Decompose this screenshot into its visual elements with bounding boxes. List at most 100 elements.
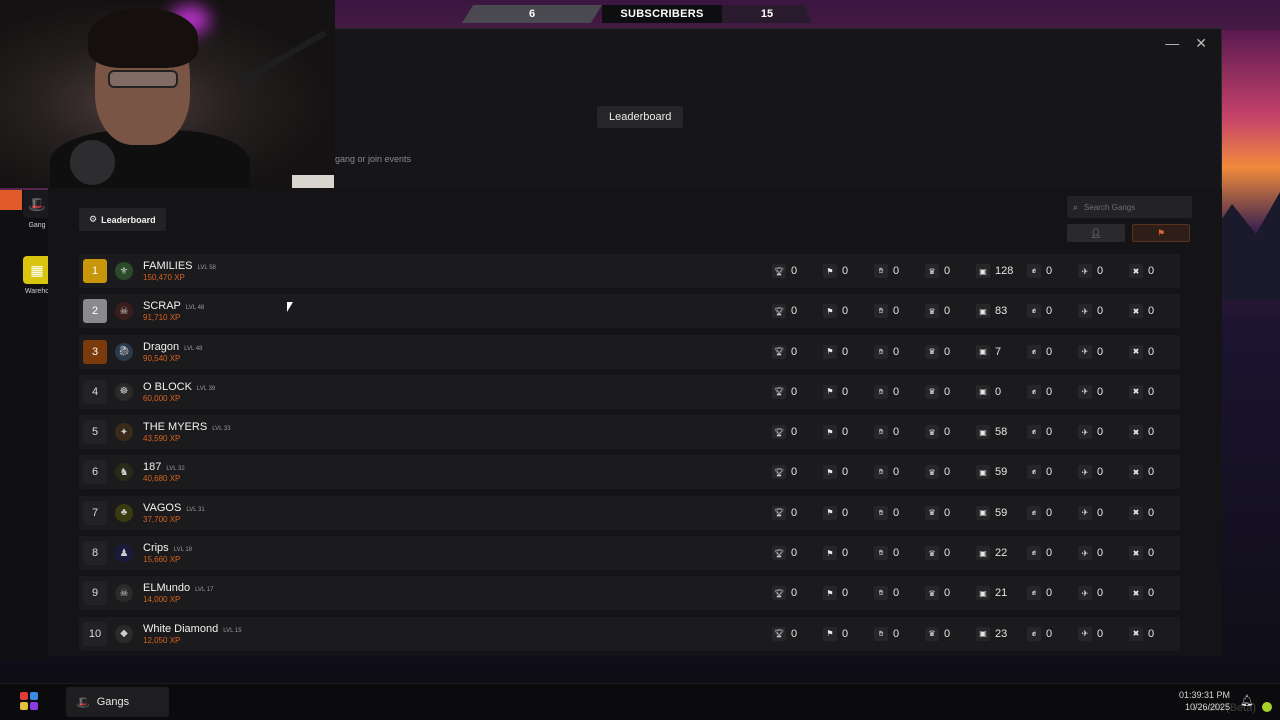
vault-icon: ▣ bbox=[976, 505, 990, 520]
cam-mic-arm bbox=[237, 30, 327, 86]
stat-hand: ✊︎ 0 bbox=[1027, 626, 1066, 641]
gang-name[interactable]: ELMundo bbox=[143, 582, 190, 594]
warehouse-icon: ▦ bbox=[23, 256, 51, 284]
taskbar: 🎩 Gangs FiveM (Beta) 01:39:31 PM 10/26/2… bbox=[0, 683, 1280, 720]
stat-plane: ✈︎ 0 bbox=[1078, 264, 1117, 278]
flag-icon: ⚑ bbox=[823, 264, 837, 278]
gang-name[interactable]: 187 bbox=[143, 461, 161, 473]
gang-stats: 🏆︎ 0 ⚑ 0 ✋︎ 0 ♛ 0 ▣ 128 ✊︎ 0 ✈︎ 0 ✖ 0 bbox=[772, 254, 1168, 288]
start-button[interactable] bbox=[20, 692, 38, 710]
stat-flag: ⚑ 0 bbox=[823, 546, 862, 561]
hands-icon: ✋︎ bbox=[874, 505, 888, 520]
stat-vault: ▣ 59 bbox=[976, 465, 1015, 480]
leaderboard-row[interactable]: 10 ◆ White Diamond LVL 15 12,050 XP 🏆︎ 0… bbox=[79, 616, 1180, 651]
gang-info: FAMILIES LVL 58 150,470 XP bbox=[143, 260, 216, 282]
gang-name[interactable]: White Diamond bbox=[143, 623, 218, 635]
close-button[interactable]: ✕ bbox=[1195, 35, 1207, 52]
leaderboard-tab-label: Leaderboard bbox=[101, 214, 156, 225]
gang-level: LVL 17 bbox=[195, 587, 214, 594]
gang-name[interactable]: VAGOS bbox=[143, 502, 181, 514]
stat-value: 0 bbox=[944, 627, 951, 640]
gang-name[interactable]: THE MYERS bbox=[143, 421, 207, 433]
clock-date: 10/26/2025 bbox=[1184, 702, 1230, 712]
gang-level: LVL 48 bbox=[184, 345, 203, 352]
notification-bell-icon[interactable]: 🔔︎ bbox=[1240, 694, 1254, 707]
crown-icon: ♛ bbox=[925, 626, 939, 641]
stat-flag: ⚑ 0 bbox=[823, 304, 862, 319]
stat-flag: ⚑ 0 bbox=[823, 586, 862, 601]
stat-value: 0 bbox=[1097, 385, 1104, 398]
gang-info: Crips LVL 18 15,660 XP bbox=[143, 542, 192, 564]
gang-name[interactable]: Dragon bbox=[143, 341, 179, 353]
window-title-badge[interactable]: Leaderboard bbox=[597, 106, 684, 128]
gang-info: ELMundo LVL 17 14,000 XP bbox=[143, 582, 213, 604]
leaderboard-row[interactable]: 9 ☠ ELMundo LVL 17 14,000 XP 🏆︎ 0 ⚑ 0 ✋︎… bbox=[79, 576, 1180, 611]
stat-value: 0 bbox=[1097, 345, 1104, 358]
taskbar-app-gangs[interactable]: 🎩 Gangs bbox=[66, 687, 169, 717]
cam-glasses bbox=[108, 70, 178, 88]
gang-name[interactable]: Crips bbox=[143, 542, 169, 554]
gang-info: Dragon LVL 48 90,540 XP bbox=[143, 341, 202, 363]
minimize-button[interactable]: — bbox=[1165, 35, 1179, 52]
stat-plane: ✈︎ 0 bbox=[1078, 425, 1117, 440]
stat-flag: ⚑ 0 bbox=[823, 465, 862, 480]
plane-icon: ✈︎ bbox=[1078, 546, 1092, 561]
stat-plane: ✈︎ 0 bbox=[1078, 384, 1117, 399]
gang-name[interactable]: FAMILIES bbox=[143, 260, 193, 272]
stat-crown: ♛ 0 bbox=[925, 425, 964, 440]
stat-value: 22 bbox=[995, 547, 1008, 560]
stat-vault: ▣ 83 bbox=[976, 304, 1015, 319]
gang-emblem-icon: ♣ bbox=[115, 503, 133, 522]
search-input[interactable] bbox=[1084, 202, 1185, 212]
leaderboard-row[interactable]: 7 ♣ VAGOS LVL 31 37,700 XP 🏆︎ 0 ⚑ 0 ✋︎ 0… bbox=[79, 495, 1180, 530]
leaderboard-row[interactable]: 4 ☸ O BLOCK LVL 39 60,000 XP 🏆︎ 0 ⚑ 0 ✋︎… bbox=[79, 374, 1180, 409]
leaderboard-row[interactable]: 6 ♞ 187 LVL 32 40,680 XP 🏆︎ 0 ⚑ 0 ✋︎ 0 ♛… bbox=[79, 455, 1180, 490]
stat-value: 0 bbox=[1148, 305, 1155, 318]
stat-trophy: 🏆︎ 0 bbox=[772, 384, 811, 399]
stat-value: 0 bbox=[842, 426, 849, 439]
hand-icon: ✊︎ bbox=[1027, 505, 1041, 520]
tools-icon: ✖ bbox=[1129, 304, 1143, 319]
gang-level: LVL 31 bbox=[186, 506, 205, 513]
search-box[interactable]: ⌕ bbox=[1067, 196, 1192, 218]
stat-value: 0 bbox=[1148, 426, 1155, 439]
stat-hand: ✊︎ 0 bbox=[1027, 264, 1066, 278]
plane-icon: ✈︎ bbox=[1078, 264, 1092, 278]
gang-xp: 90,540 XP bbox=[143, 353, 181, 363]
rank-badge: 6 bbox=[83, 460, 107, 485]
hand-icon: ✊︎ bbox=[1027, 384, 1041, 399]
stat-vault: ▣ 21 bbox=[976, 586, 1015, 601]
gang-name[interactable]: SCRAP bbox=[143, 300, 181, 312]
stat-value: 0 bbox=[1097, 305, 1104, 318]
stat-value: 0 bbox=[893, 265, 900, 277]
leaderboard-row[interactable]: 8 ♟ Crips LVL 18 15,660 XP 🏆︎ 0 ⚑ 0 ✋︎ 0… bbox=[79, 536, 1180, 571]
crown-icon: ♛ bbox=[925, 304, 939, 319]
leaderboard-row[interactable]: 3 🐉︎ Dragon LVL 48 90,540 XP 🏆︎ 0 ⚑ 0 ✋︎… bbox=[79, 334, 1180, 369]
stat-tools: ✖ 0 bbox=[1129, 505, 1168, 520]
hand-icon: ✊︎ bbox=[1027, 344, 1041, 359]
stat-value: 83 bbox=[995, 305, 1008, 318]
stat-value: 0 bbox=[944, 506, 951, 519]
gang-xp: 15,660 XP bbox=[143, 555, 181, 565]
leaderboard-row[interactable]: 2 ☠ SCRAP LVL 48 91,710 XP 🏆︎ 0 ⚑ 0 ✋︎ 0… bbox=[79, 294, 1180, 329]
cam-microphone bbox=[70, 140, 115, 185]
gang-stats: 🏆︎ 0 ⚑ 0 ✋︎ 0 ♛ 0 ▣ 21 ✊︎ 0 ✈︎ 0 ✖ 0 bbox=[772, 576, 1168, 610]
leaderboard-row[interactable]: 1 ⚜ FAMILIES LVL 58 150,470 XP 🏆︎ 0 ⚑ 0 … bbox=[79, 254, 1180, 288]
stat-tools: ✖ 0 bbox=[1129, 586, 1168, 601]
stat-vault: ▣ 0 bbox=[976, 384, 1015, 399]
leaderboard-row[interactable]: 5 ✦ THE MYERS LVL 33 43,590 XP 🏆︎ 0 ⚑ 0 … bbox=[79, 415, 1180, 450]
stat-value: 0 bbox=[944, 587, 951, 600]
window-controls: — ✕ bbox=[1165, 35, 1207, 52]
flag-icon: ⚑ bbox=[823, 586, 837, 601]
stat-hand: ✊︎ 0 bbox=[1027, 384, 1066, 399]
mouse-cursor bbox=[287, 302, 293, 312]
toggle-players-button[interactable]: 👤︎ bbox=[1067, 224, 1125, 242]
stat-value: 0 bbox=[893, 305, 900, 318]
toggle-gangs-button[interactable]: ⚑ bbox=[1132, 224, 1190, 242]
gang-name[interactable]: O BLOCK bbox=[143, 381, 192, 393]
leaderboard-tab[interactable]: ⚙ Leaderboard bbox=[79, 208, 166, 231]
rank-badge: 10 bbox=[83, 621, 107, 646]
stat-vault: ▣ 7 bbox=[976, 344, 1015, 359]
stat-hands: ✋︎ 0 bbox=[874, 465, 913, 480]
stat-hand: ✊︎ 0 bbox=[1027, 586, 1066, 601]
